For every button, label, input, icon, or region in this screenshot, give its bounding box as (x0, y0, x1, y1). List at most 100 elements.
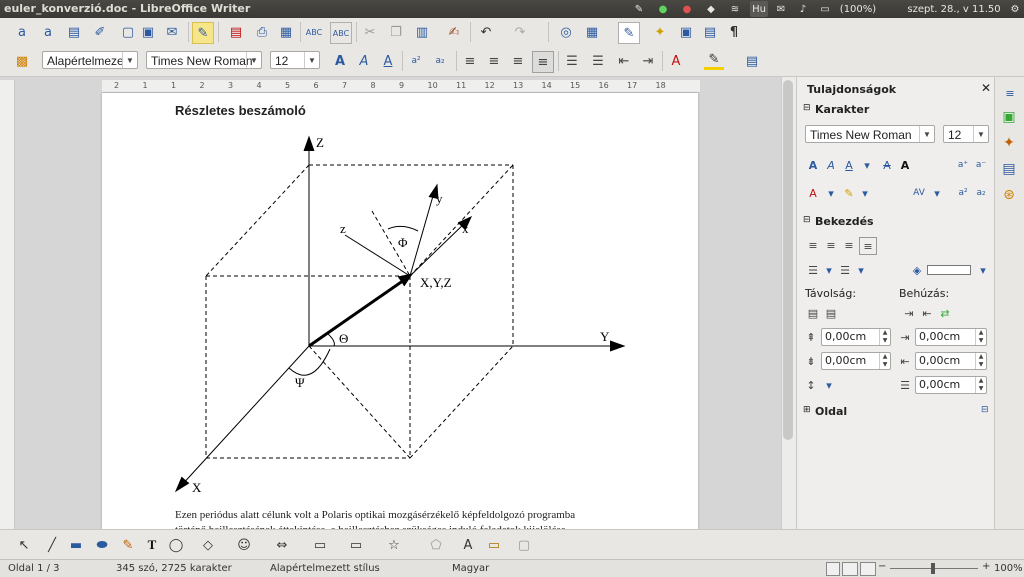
section-page-header[interactable]: Oldal (815, 405, 847, 418)
spacing-icon[interactable]: AV (911, 185, 927, 201)
collapse-icon[interactable]: ⊟ (803, 215, 811, 225)
font-color-icon[interactable]: A (805, 185, 821, 201)
align-center-icon[interactable]: ≡ (823, 237, 839, 253)
redo-icon[interactable]: ↷ (510, 22, 530, 42)
styles-tab-icon[interactable]: ✦ (1001, 135, 1017, 151)
sidebar-font-size-combo[interactable]: 12 ▼ (943, 125, 989, 143)
volume-icon[interactable]: ♪ (796, 1, 810, 17)
increase-indent-icon[interactable]: ⇥ (638, 51, 658, 71)
justify-icon[interactable]: ≡ (532, 51, 554, 73)
textbox-icon[interactable]: ▭ (484, 535, 504, 555)
shadow-icon[interactable]: A (897, 157, 913, 173)
superscript-icon[interactable]: a² (955, 185, 971, 201)
spin-arrows-icon[interactable]: ▲ ▼ (975, 353, 986, 369)
increase-spacing-icon[interactable]: ▤ (805, 305, 821, 321)
subscript-icon[interactable]: a₂ (973, 185, 989, 201)
justify-icon[interactable]: ≡ (859, 237, 877, 255)
zoom-slider-thumb[interactable] (931, 563, 935, 574)
new-document-icon[interactable]: a (12, 22, 32, 42)
edit-file-icon[interactable]: ✐ (90, 22, 110, 42)
paste-icon[interactable]: ▥ (412, 22, 432, 42)
formatting-marks-icon[interactable]: ¶ (724, 22, 744, 42)
cut-icon[interactable]: ✂ (360, 22, 380, 42)
chevron-down-icon[interactable]: ▾ (821, 262, 837, 278)
bold-icon[interactable]: A (330, 51, 350, 71)
single-page-view-icon[interactable] (826, 562, 840, 576)
hanging-indent-icon[interactable]: ⇄ (937, 305, 953, 321)
email-icon[interactable]: ✉ (162, 22, 182, 42)
decrease-spacing-icon[interactable]: ▤ (823, 305, 839, 321)
rectangle-icon[interactable]: ▬ (66, 535, 86, 555)
below-paragraph-spin[interactable]: 0,00cm ▲ ▼ (821, 352, 891, 370)
horizontal-ruler[interactable]: 2 1 1 2 3 4 5 6 7 8 9 10 11 12 13 14 15 16 17 18 (102, 80, 700, 93)
select-icon[interactable]: ↖ (14, 535, 34, 555)
line-spacing-icon[interactable]: ↕ (803, 377, 819, 393)
hyperlink-icon[interactable]: ◎ (556, 22, 576, 42)
expand-icon[interactable]: ⊞ (803, 405, 811, 415)
bullets-icon[interactable]: ☰ (588, 51, 608, 71)
chevron-down-icon[interactable]: ▾ (857, 185, 873, 201)
save-icon[interactable]: ▣ (138, 22, 158, 42)
keyboard-layout-indicator[interactable]: Hu (750, 1, 768, 17)
underline-icon[interactable]: A (841, 157, 857, 173)
navigator-tab-icon[interactable]: ⊛ (1001, 187, 1017, 203)
update-tray-icon[interactable]: ● (680, 1, 694, 17)
chevron-down-icon[interactable]: ▼ (246, 52, 261, 68)
above-paragraph-spin[interactable]: 0,00cm ▲ ▼ (821, 328, 891, 346)
close-icon[interactable]: ✕ (981, 81, 991, 95)
align-left-icon[interactable]: ≡ (460, 51, 480, 71)
decrease-indent-icon[interactable]: ⇤ (614, 51, 634, 71)
points-icon[interactable]: ⬠ (426, 535, 446, 555)
dropbox-tray-icon[interactable]: ◆ (704, 1, 718, 17)
spin-arrows-icon[interactable]: ▲ ▼ (975, 377, 986, 393)
first-line-spin[interactable]: 0,00cm ▲ ▼ (915, 376, 987, 394)
shrink-font-icon[interactable]: a⁻ (973, 157, 989, 173)
text-icon[interactable]: T (142, 535, 162, 555)
chevron-down-icon[interactable]: ▾ (853, 262, 869, 278)
language[interactable]: Magyar (452, 563, 489, 574)
gallery-tab-icon[interactable]: ▤ (1001, 161, 1017, 177)
paragraph-background-icon[interactable]: ◈ (909, 262, 925, 278)
callout-icon[interactable]: ◯ (166, 535, 186, 555)
paragraph-style-combo[interactable]: Alapértelmeze ▼ (42, 51, 138, 69)
word-count[interactable]: 345 szó, 2725 karakter (116, 563, 232, 574)
font-color-icon[interactable]: A (666, 51, 686, 71)
collapse-icon[interactable]: ⊟ (803, 103, 811, 113)
sidebar-font-name-combo[interactable]: Times New Roman ▼ (805, 125, 935, 143)
extrusion-icon[interactable]: ▢ (514, 535, 534, 555)
print-preview-icon[interactable]: ▦ (276, 22, 296, 42)
vertical-ruler[interactable] (0, 80, 15, 529)
chat-tray-icon[interactable]: ● (656, 1, 670, 17)
fontwork-icon[interactable]: A (458, 535, 478, 555)
scrollbar-thumb[interactable] (783, 80, 793, 440)
clone-formatting-icon[interactable]: ✍ (444, 22, 464, 42)
background-color-icon[interactable]: ▤ (742, 51, 762, 71)
menu-icon[interactable]: ≡ (1002, 85, 1018, 101)
chevron-down-icon[interactable]: ▼ (919, 126, 934, 142)
spin-arrows-icon[interactable]: ▲ ▼ (975, 329, 986, 345)
after-text-spin[interactable]: 0,00cm ▲ ▼ (915, 352, 987, 370)
increase-indent-icon[interactable]: ⇥ (901, 305, 917, 321)
chevron-down-icon[interactable]: ▾ (929, 185, 945, 201)
data-sources-icon[interactable]: ▤ (700, 22, 720, 42)
undo-icon[interactable]: ↶ (476, 22, 496, 42)
symbol-shapes-icon[interactable]: ☺ (234, 535, 254, 555)
autospellcheck-icon[interactable]: ABC (330, 22, 352, 44)
superscript-icon[interactable]: a² (406, 51, 426, 71)
align-right-icon[interactable]: ≡ (508, 51, 528, 71)
grow-font-icon[interactable]: a⁺ (955, 157, 971, 173)
styles-formatting-icon[interactable]: ▩ (12, 51, 32, 71)
properties-tab-icon[interactable]: ▣ (1001, 109, 1017, 125)
chevron-down-icon[interactable]: ▾ (859, 157, 875, 173)
mail-icon[interactable]: ✉ (774, 1, 788, 17)
chevron-down-icon[interactable]: ▾ (975, 262, 991, 278)
freeform-icon[interactable]: ✎ (118, 535, 138, 555)
document-page[interactable]: Részletes beszámoló Z y x z Φ X,Y,Z Θ Y … (102, 93, 698, 533)
table-icon[interactable]: ▦ (582, 22, 602, 42)
templates-icon[interactable]: a (38, 22, 58, 42)
basic-shapes-icon[interactable]: ◇ (198, 535, 218, 555)
battery-icon[interactable]: ▭ (818, 1, 832, 17)
battery-percent[interactable]: (100%) (838, 1, 878, 17)
edit-mode-icon[interactable]: ✎ (192, 22, 214, 44)
highlight-icon[interactable]: ✎ (704, 51, 724, 70)
